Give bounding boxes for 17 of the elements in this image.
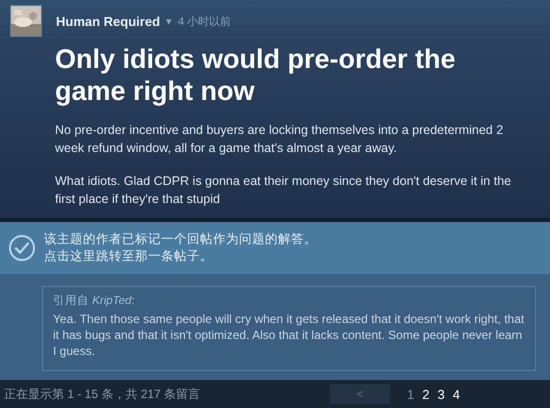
solution-banner[interactable]: 该主题的作者已标记一个回帖作为问题的解答。 点击这里跳转至那一条帖子。 <box>0 222 550 274</box>
notice-text: 点击这里跳转至那一条帖子。 <box>44 248 214 265</box>
post-paragraph: No pre-order incentive and buyers are locking themselves into a predetermined 2 week refund window, all for a game that's almost a year away. <box>55 122 504 157</box>
dropdown-icon[interactable]: ▾ <box>166 14 172 28</box>
post-paragraph: What idiots. Glad CDPR is gonna eat their money since they don't deserve it in the first place if they're that stupid <box>55 173 512 208</box>
page-link[interactable]: 4 <box>450 386 463 402</box>
page-link[interactable]: 3 <box>434 386 448 402</box>
page-link[interactable]: 1 <box>404 386 418 402</box>
quote-text: Yea. Then those same people will cry when it gets released that it doesn't work right, that it has bugs and that it isn't optimized. Also that it lacks content. Some people never learn I guess. <box>53 311 525 359</box>
results-summary: 正在显示第 1 - 15 条，共 217 条留言 <box>4 386 200 402</box>
post-title: Only idiots would pre-order the game right now <box>55 43 457 107</box>
post-time: 4 小时以前 <box>178 14 232 28</box>
author-name[interactable]: Human Required <box>56 14 160 28</box>
notice-text: 该主题的作者已标记一个回帖作为问题的解答。 <box>44 231 317 248</box>
quote-attribution: 引用自 KripTed: <box>53 294 136 308</box>
check-circle-icon <box>8 234 36 262</box>
page-link[interactable]: 2 <box>419 386 432 402</box>
